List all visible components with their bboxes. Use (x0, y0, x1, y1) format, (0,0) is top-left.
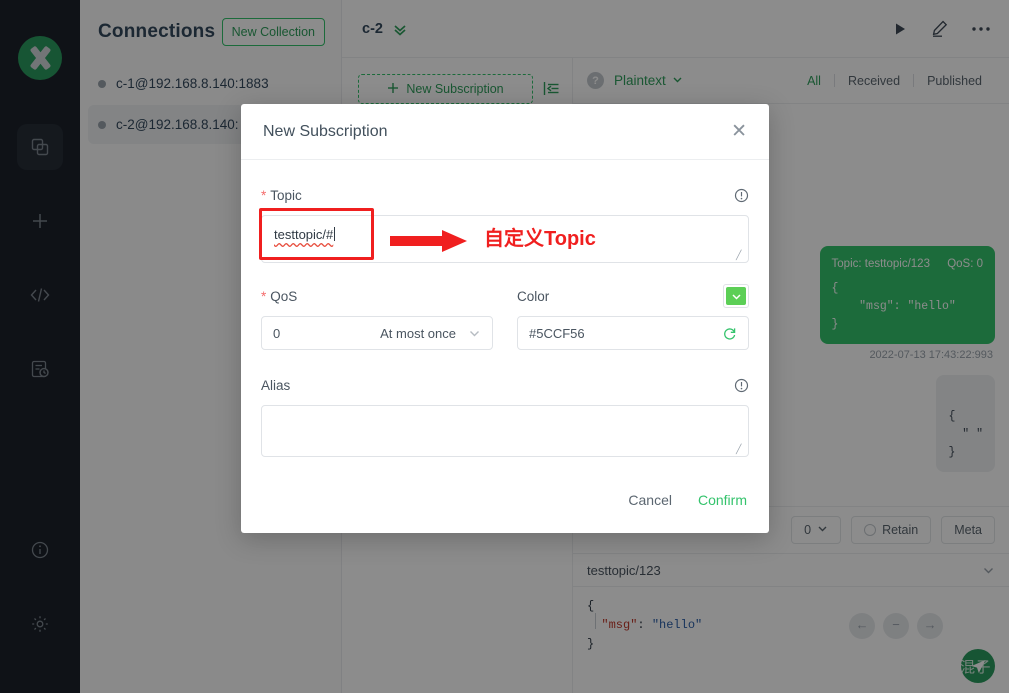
qos-value: 0 (273, 325, 281, 341)
qos-label: QoS (270, 288, 298, 304)
required-marker: * (261, 187, 267, 203)
color-label: Color (517, 288, 550, 304)
info-circle-icon[interactable] (734, 378, 749, 393)
cancel-button[interactable]: Cancel (628, 492, 672, 508)
required-marker: * (261, 288, 267, 304)
dialog-body: * Topic testtopic/# ╱ 自定义Topic * QoS 0 A… (241, 160, 769, 467)
qos-value-text: At most once (380, 325, 456, 341)
resize-handle-icon[interactable]: ╱ (736, 251, 745, 260)
color-value: #5CCF56 (529, 325, 585, 341)
topic-input[interactable]: testtopic/# ╱ 自定义Topic (259, 208, 749, 263)
alias-field: Alias ╱ (261, 372, 749, 457)
alias-input[interactable]: ╱ (261, 405, 749, 457)
alias-label: Alias (261, 377, 291, 393)
close-icon[interactable]: ✕ (731, 122, 747, 141)
dialog-title: New Subscription (263, 122, 388, 140)
red-arrow-right-icon (390, 228, 468, 259)
color-swatch (726, 287, 746, 305)
chevron-down-icon (468, 327, 481, 340)
qos-field: * QoS 0 At most once (261, 283, 493, 350)
dialog-footer: Cancel Confirm (241, 467, 769, 533)
topic-input-value: testtopic/# (274, 227, 336, 242)
topic-label: Topic (270, 187, 302, 203)
resize-handle-icon[interactable]: ╱ (736, 445, 745, 454)
color-field: Color #5CCF56 (517, 283, 749, 350)
dialog-header: New Subscription ✕ (241, 104, 769, 160)
color-swatch-button[interactable] (723, 284, 749, 308)
qos-select[interactable]: 0 At most once (261, 316, 493, 350)
mqttx-window: Connections New Collection c-1@192.168.8… (0, 0, 1009, 693)
color-input[interactable]: #5CCF56 (517, 316, 749, 350)
refresh-icon[interactable] (722, 326, 737, 341)
new-subscription-dialog: New Subscription ✕ * Topic testtopic/# ╱… (241, 104, 769, 533)
info-circle-icon[interactable] (734, 188, 749, 203)
annotation-text: 自定义Topic (484, 228, 596, 250)
confirm-button[interactable]: Confirm (698, 492, 747, 508)
topic-field: * Topic testtopic/# ╱ 自定义Topic (259, 182, 749, 263)
